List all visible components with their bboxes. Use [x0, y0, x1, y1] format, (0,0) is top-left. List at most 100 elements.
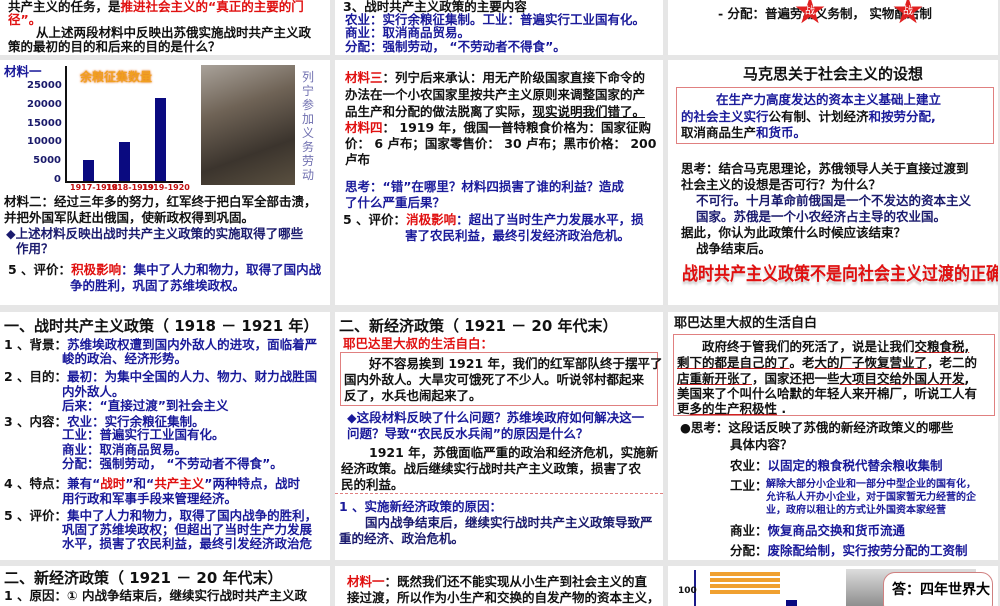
- text: 大项目交给外国人开发: [839, 371, 965, 386]
- text: 以固定的粮食税代替余粮收集制: [767, 458, 943, 473]
- text: 材料三: [345, 70, 383, 85]
- slide-title: 耶巴达里大叔的生活自白: [674, 316, 818, 331]
- question: 问题？导致“农民反水兵闹”的原因是什么？: [347, 426, 589, 441]
- text: 经济政策。战后继续实行战时共产主义政策，损害了农: [341, 461, 642, 476]
- text: 分配：: [730, 543, 768, 558]
- text: 巩固了苏维埃政权；但超出了当时生产力发展: [62, 522, 313, 537]
- text: ：集中了人力和物力，取得了国内战: [121, 262, 322, 277]
- slide-thumbnail[interactable]: 二、新经济政策（ 1921 － 20 年代末） 耶巴达里大叔的生活自白： 好不容…: [335, 312, 663, 560]
- answer: 不可行。十月革命前俄国是一个不发达的资本主义: [696, 193, 972, 208]
- slide-thumbnail[interactable]: 共产主义的任务，是推进社会主义的“真正的主要的门 径”。 从上述两段材料中反映出…: [0, 0, 330, 55]
- text: 反了，水兵也闹起来了。: [344, 388, 482, 403]
- subtitle: 耶巴达里大叔的生活自白：: [343, 336, 494, 351]
- bar: [83, 160, 94, 181]
- text: 策的最初的目的和后来的目的是什么？: [8, 39, 221, 54]
- chart-title: [710, 572, 780, 594]
- slide-thumbnail[interactable]: 100 答：四年世界大: [668, 566, 998, 606]
- text: 苏维埃政权遭到国内外敌人的进攻，面临着严: [67, 337, 318, 352]
- bar: [155, 98, 166, 181]
- answer: 国家。苏俄是一个小农经济占主导的农业国。: [696, 209, 947, 224]
- question: ◆这段材料反映了什么问题？苏维埃政府如何解决这一: [347, 410, 645, 425]
- text: 价： 6 卢布；国家零售价： 30 卢布；黑市价格： 200: [345, 136, 657, 151]
- bar-chart: 余粮征集数量 25000 20000 15000 10000 5000 0 1917-191…: [0, 60, 200, 192]
- text: 废除配给制，实行按劳分配的工资制: [767, 543, 968, 558]
- text: 民的利益。: [341, 477, 404, 492]
- question: 社会主义的设想是否可行？为什么？: [681, 177, 882, 192]
- text: 的社会主义实行: [681, 109, 769, 124]
- text: 1 、实施新经济政策的原因：: [339, 499, 503, 514]
- slide-thumbnail[interactable]: 材料三：列宁后来承认：用无产阶级国家直接下命令的 办法在一个小农国家里按共产主义…: [335, 60, 663, 305]
- text: 2 、目的：: [4, 369, 68, 384]
- slide-thumbnail[interactable]: 二、新经济政策（ 1921 － 20 年代末） 1 、原因：① 内战争结束后，继…: [0, 566, 330, 606]
- text: 材料一: [347, 574, 385, 589]
- y-tick-label: 20000: [27, 98, 62, 110]
- text: 材料二：经过三年多的努力，红军终于把白军全部击溃，: [4, 194, 317, 209]
- slide-thumbnail[interactable]: 一、战时共产主义政策（ 1918 － 1921 年） 1 、背景：苏维埃政权遭到…: [0, 312, 330, 560]
- slide-thumbnail[interactable]: 材料一 余粮征集数量 25000 20000 15000 10000 5000 0 1917…: [0, 60, 330, 305]
- text: 在生产力高度发达的资本主义基础上建立: [716, 92, 942, 107]
- lenin-labor-painting: [201, 65, 295, 185]
- text: 集中了人力和物力，取得了国内战争的胜利，: [67, 508, 318, 523]
- text: 工业：: [730, 478, 768, 493]
- question: 思考：“错”在哪里？材料四损害了谁的利益？造成: [345, 179, 624, 194]
- text: 国内外敌人。大旱灾可饿死了不少人。听说邻村都起来: [344, 372, 645, 387]
- text: 卢布: [345, 152, 371, 167]
- text: 消极影响: [406, 212, 457, 227]
- question: 具体内容？: [730, 437, 793, 452]
- slide-title: 二、新经济政策（ 1921 － 20 年代末）: [4, 569, 283, 587]
- text: 材料四: [345, 120, 383, 135]
- text: 交粮食税,: [914, 339, 970, 354]
- y-axis: [65, 66, 67, 182]
- text: 接过渡，所以作为小生产和交换的自发产物的资本主义，: [347, 590, 660, 605]
- text: ，国家还把一些: [752, 371, 840, 386]
- y-tick-label: 5000: [33, 155, 61, 167]
- text: ，老二的: [927, 355, 978, 370]
- question: ◆上述材料反映出战时共产主义政策的实施取得了哪些: [6, 226, 304, 241]
- text: ”两种特点，战时: [204, 476, 300, 491]
- slide-thumbnail[interactable]: 耶巴达里大叔的生活自白 政府终于管我们的死活了，说是让我们交粮食税, 剩下的都是…: [668, 312, 998, 560]
- text: 大的厂子恢复营业了: [814, 355, 928, 370]
- text: 允许私人开办小企业，对于国家暂无力经营的企: [766, 492, 976, 503]
- text: 分配：强制劳动， “不劳动者不得食”。: [345, 39, 566, 54]
- question: 思考：结合马克思理论，苏俄领导人关于直接过渡到: [681, 161, 969, 176]
- text: 店重新开张了: [677, 371, 753, 386]
- text: 品生产和分配的做法脱离了实际，: [345, 104, 533, 119]
- text: ：既然我们还不能实现从小生产到社会主义的直: [384, 574, 648, 589]
- slide-thumbnail[interactable]: 材料一：既然我们还不能实现从小生产到社会主义的直 接过渡，所以作为小生产和交换的…: [335, 566, 663, 606]
- text: 现实说明我们错了。: [532, 104, 646, 119]
- text: 战时: [100, 476, 126, 491]
- y-tick-label: 25000: [27, 80, 62, 91]
- text: 共产主义: [154, 476, 205, 491]
- answer: 战争结束后。: [696, 241, 772, 256]
- text: 国内战争结束后，继续实行战时共产主义政策导致严: [365, 515, 653, 530]
- slide-thumbnail[interactable]: 3、战时共产主义政策的主要内容 农业：实行余粮征集制。工业：普遍实行工业国有化。…: [335, 0, 663, 55]
- y-tick-label: 15000: [27, 117, 62, 129]
- text: 1921 年，苏俄面临严重的政治和经济危机，实施新: [369, 445, 659, 460]
- slide-title: 马克思关于社会主义的设想: [742, 65, 923, 83]
- y-tick-label: 10000: [27, 136, 62, 148]
- text: 5 、评价：: [8, 262, 72, 277]
- slide-thumbnail[interactable]: 马克思关于社会主义的设想 在生产力高度发达的资本主义基础上建立 的社会主义实行公…: [668, 60, 998, 305]
- text: ,: [964, 371, 970, 386]
- divider: [335, 493, 663, 494]
- text: ： 1919 年，俄国一普特粮食价格为：国家征购: [382, 120, 652, 135]
- question: 作用？: [16, 241, 54, 256]
- text: ：列宁后来承认：用无产阶级国家直接下命令的: [382, 70, 646, 85]
- text: 争的胜利，巩固了苏维埃政权。: [70, 278, 246, 293]
- text: 5 、评价：: [343, 212, 407, 227]
- text: 3 、内容：: [4, 414, 68, 429]
- text: 兼有“: [67, 476, 101, 491]
- text: 和按劳分配,: [868, 109, 936, 124]
- question: 据此，你认为此政策什么时候应该结束？: [681, 225, 907, 240]
- bar: [786, 600, 797, 606]
- text: 后来：“直接过渡”到社会主义: [62, 398, 229, 413]
- bar: [119, 141, 130, 181]
- text: 好不容易挨到 1921 年，我们的红军部队终于摆平了: [369, 356, 663, 371]
- question: 了什么严重后果？: [345, 195, 446, 210]
- slide-thumbnail[interactable]: - 分配：普遍劳动义务制， 实物配给制 战 战: [668, 0, 998, 55]
- text: 峻的政治、经济形势。: [62, 351, 188, 366]
- tick-label: 100: [678, 586, 697, 596]
- text: 解除大部分小企业和一部分中型企业的国有化，: [766, 479, 976, 490]
- text: 公有制、计划经济: [768, 109, 869, 124]
- text: 恢复商品交换和货币流通: [767, 523, 906, 538]
